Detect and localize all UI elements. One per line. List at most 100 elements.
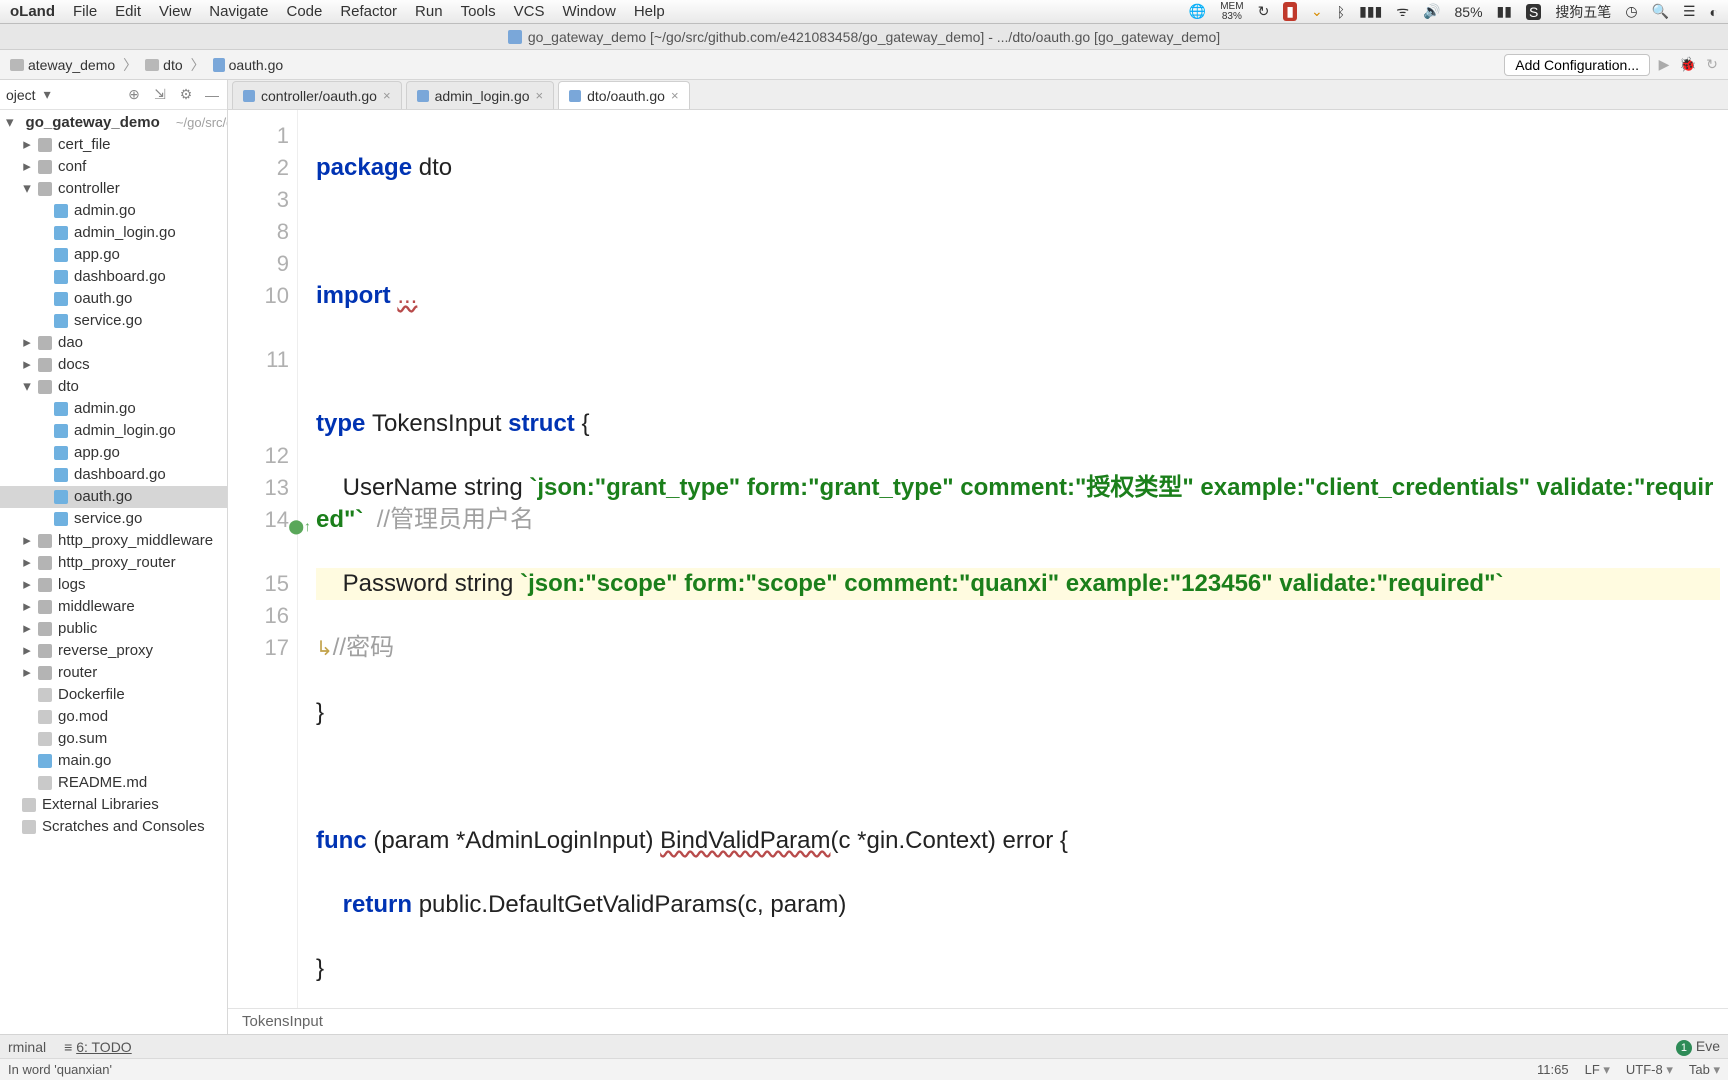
menu-run[interactable]: Run xyxy=(415,3,443,20)
tree-row[interactable]: External Libraries xyxy=(0,794,227,816)
tree-row[interactable]: app.go xyxy=(0,442,227,464)
tree-row[interactable]: service.go xyxy=(0,508,227,530)
tree-row[interactable]: app.go xyxy=(0,244,227,266)
editor-body[interactable]: 123891011121314151617 package dto import… xyxy=(228,110,1728,1008)
breadcrumb-dto[interactable]: dto xyxy=(141,57,186,73)
close-icon[interactable]: × xyxy=(536,88,544,103)
debug-button[interactable]: 🐞 xyxy=(1678,55,1698,75)
folder-icon xyxy=(38,138,52,152)
todo-tool[interactable]: ≡ 6: TODO xyxy=(64,1039,132,1055)
indent[interactable]: Tab xyxy=(1689,1062,1720,1078)
event-log[interactable]: 1 Eve xyxy=(1676,1038,1720,1056)
bluetooth-icon[interactable]: ᛒ xyxy=(1337,4,1345,20)
menu-refactor[interactable]: Refactor xyxy=(340,3,397,20)
tree-row[interactable]: go.sum xyxy=(0,728,227,750)
user-icon[interactable]: ◐ xyxy=(1710,4,1718,20)
tree-row[interactable]: main.go xyxy=(0,750,227,772)
editor-breadcrumb[interactable]: TokensInput xyxy=(228,1008,1728,1034)
tree-row[interactable]: ▸middleware xyxy=(0,596,227,618)
shield-icon[interactable]: ▮ xyxy=(1283,2,1297,21)
tree-row[interactable]: ▸router xyxy=(0,662,227,684)
battery-icon[interactable]: ▮▮ xyxy=(1497,3,1512,20)
project-tree[interactable]: ▾ go_gateway_demo ~/go/src/g ▸cert_file▸… xyxy=(0,110,227,1034)
tree-row[interactable]: ▸logs xyxy=(0,574,227,596)
editor-tabs: controller/oauth.go× admin_login.go× dto… xyxy=(228,80,1728,110)
menu-file[interactable]: File xyxy=(73,3,97,20)
tree-row[interactable]: oauth.go xyxy=(0,486,227,508)
tree-row[interactable]: ▸public xyxy=(0,618,227,640)
battery-alt-icon[interactable]: ▮▮▮ xyxy=(1359,3,1382,20)
tree-row[interactable]: ▸conf xyxy=(0,156,227,178)
tab-controller-oauth[interactable]: controller/oauth.go× xyxy=(232,81,402,109)
folder-icon xyxy=(38,358,52,372)
project-header-label[interactable]: oject xyxy=(6,87,36,103)
tree-row[interactable]: Scratches and Consoles xyxy=(0,816,227,838)
tab-admin-login[interactable]: admin_login.go× xyxy=(406,81,555,109)
tree-row[interactable]: ▾dto xyxy=(0,376,227,398)
sync-icon[interactable]: ↻ xyxy=(1258,3,1270,20)
settings-icon[interactable]: ⚙ xyxy=(177,86,195,104)
tab-dto-oauth[interactable]: dto/oauth.go× xyxy=(558,81,689,109)
close-icon[interactable]: × xyxy=(383,88,391,103)
tree-row[interactable]: ▸dao xyxy=(0,332,227,354)
tree-row[interactable]: oauth.go xyxy=(0,288,227,310)
tree-row[interactable]: ▸reverse_proxy xyxy=(0,640,227,662)
collapse-icon[interactable]: ⇲ xyxy=(151,86,169,104)
tree-row[interactable]: go.mod xyxy=(0,706,227,728)
chevron-down-icon[interactable]: ▾ xyxy=(44,86,51,103)
tree-root[interactable]: ▾ go_gateway_demo ~/go/src/g xyxy=(0,112,227,134)
tree-row[interactable]: admin.go xyxy=(0,200,227,222)
tree-row[interactable]: service.go xyxy=(0,310,227,332)
tree-row[interactable]: dashboard.go xyxy=(0,464,227,486)
close-icon[interactable]: × xyxy=(671,88,679,103)
tree-row[interactable]: ▾controller xyxy=(0,178,227,200)
breadcrumb-file[interactable]: oauth.go xyxy=(209,57,288,73)
file-icon xyxy=(508,30,522,44)
tree-row[interactable]: admin.go xyxy=(0,398,227,420)
tree-row[interactable]: dashboard.go xyxy=(0,266,227,288)
folder-icon xyxy=(38,380,52,394)
tree-row[interactable]: README.md xyxy=(0,772,227,794)
tree-row[interactable]: ▸docs xyxy=(0,354,227,376)
file-icon xyxy=(54,424,68,438)
chevron-icon[interactable]: ⌄ xyxy=(1311,3,1323,20)
stop-button[interactable]: ↻ xyxy=(1702,55,1722,75)
run-button[interactable]: ▶ xyxy=(1654,55,1674,75)
menu-icon[interactable]: ☰ xyxy=(1683,3,1696,20)
add-configuration-button[interactable]: Add Configuration... xyxy=(1504,54,1650,76)
terminal-tool[interactable]: rminal xyxy=(8,1039,46,1055)
menu-tools[interactable]: Tools xyxy=(461,3,496,20)
locate-icon[interactable]: ⊕ xyxy=(125,86,143,104)
menu-window[interactable]: Window xyxy=(562,3,615,20)
tree-row[interactable]: admin_login.go xyxy=(0,222,227,244)
line-ending[interactable]: LF xyxy=(1585,1062,1610,1078)
globe-icon[interactable]: 🌐 xyxy=(1189,3,1206,20)
ime-icon[interactable]: S xyxy=(1526,4,1541,20)
volume-icon[interactable]: 🔊 xyxy=(1423,3,1440,20)
hide-icon[interactable]: — xyxy=(203,86,221,104)
tree-row[interactable]: admin_login.go xyxy=(0,420,227,442)
menu-navigate[interactable]: Navigate xyxy=(209,3,268,20)
wifi-icon[interactable]: ᯤ xyxy=(1396,2,1409,21)
mem-indicator: MEM83% xyxy=(1220,2,1243,22)
breadcrumb-root[interactable]: ateway_demo xyxy=(6,57,119,73)
line-gutter: 123891011121314151617 xyxy=(228,110,298,1008)
folder-icon xyxy=(145,59,159,71)
ime-label[interactable]: 搜狗五笔 xyxy=(1555,2,1611,22)
menu-view[interactable]: View xyxy=(159,3,191,20)
go-file-icon xyxy=(243,90,255,102)
spotlight-icon[interactable]: 🔍 xyxy=(1652,3,1669,20)
encoding[interactable]: UTF-8 xyxy=(1626,1062,1673,1078)
tree-row[interactable]: Dockerfile xyxy=(0,684,227,706)
menu-code[interactable]: Code xyxy=(286,3,322,20)
cursor-position[interactable]: 11:65 xyxy=(1537,1062,1569,1077)
menu-vcs[interactable]: VCS xyxy=(514,3,545,20)
folder-icon xyxy=(38,666,52,680)
code-content[interactable]: package dto import ... type TokensInput … xyxy=(298,110,1728,1008)
menu-help[interactable]: Help xyxy=(634,3,665,20)
tree-row[interactable]: ▸cert_file xyxy=(0,134,227,156)
tree-row[interactable]: ▸http_proxy_middleware xyxy=(0,530,227,552)
tree-row[interactable]: ▸http_proxy_router xyxy=(0,552,227,574)
menu-edit[interactable]: Edit xyxy=(115,3,141,20)
clock-icon[interactable]: ◷ xyxy=(1625,3,1637,20)
